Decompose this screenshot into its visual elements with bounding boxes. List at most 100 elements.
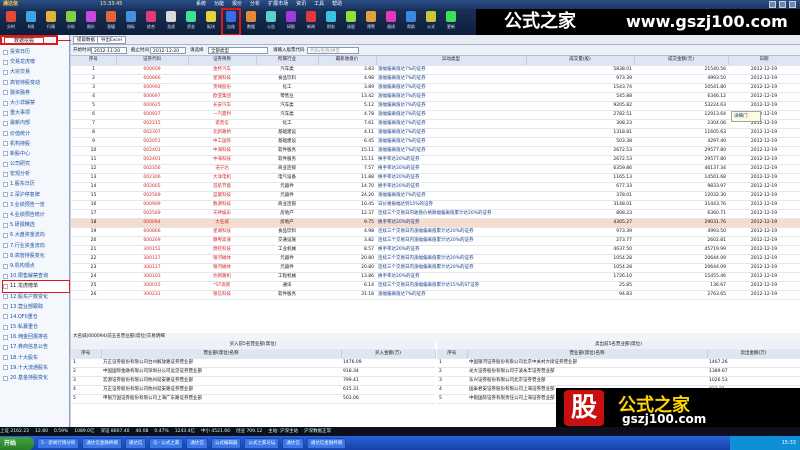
taskbar-item[interactable]: Q - 公式之家 <box>149 437 184 449</box>
table-row[interactable]: 21 300152 燃控科技 工业机械 8.57 换手率达20%的证券 4637.50 457… <box>71 245 800 255</box>
nav-item[interactable]: 1.股东日历 <box>3 179 69 189</box>
column-header[interactable]: 证券简称 <box>188 56 257 66</box>
table-row[interactable]: 17 002569 天神娱乐 房地产 12.37 连续三个交易日内收盘价格跌幅偏离值累计达… <box>71 209 800 219</box>
toolbar-button[interactable]: 板块 <box>202 9 220 35</box>
toolbar-button[interactable]: 公式 <box>422 9 440 35</box>
nav-item[interactable]: 大宗交易 <box>3 67 69 77</box>
table-row[interactable]: 14 002665 首航节能 元器件 14.70 换手率达20%的证券 677.33 9833… <box>71 182 800 192</box>
table-row[interactable]: 11 002401 中海科技 软件服务 15.11 换手率达20%的证券 2672.53 29… <box>71 155 800 165</box>
taskbar-item[interactable]: 公式编辑器 <box>210 437 242 449</box>
nav-item[interactable]: 13.营业部跟踪 <box>3 302 69 312</box>
nav-item[interactable]: 7.行业资金流向 <box>3 241 69 251</box>
toolbar-button[interactable]: 资金 <box>182 9 200 35</box>
table-row[interactable]: 1 600609 金杯汽车 汽车类 3.83 涨幅偏离值达7%的证券 5838.01 2154… <box>71 65 800 75</box>
toolbar-button[interactable]: 报价 <box>82 9 100 35</box>
table-row[interactable]: 13 002306 大洋电机 电气设备 11.88 换手率达20%的证券 1165.13 14… <box>71 173 800 183</box>
nav-item[interactable]: 4.业绩预告统计 <box>3 210 69 220</box>
table-row[interactable]: 9 002051 中工国际 基础建设 6.45 涨幅偏离值达7%的证券 503.38 4297… <box>71 137 800 147</box>
fetch-data-button[interactable]: 提取数据 <box>73 36 99 44</box>
table-row[interactable]: 4 600697 欧亚集团 零售业 13.42 涨幅偏离值达7%的证券 545.88 6346… <box>71 92 800 102</box>
column-header[interactable]: 成交金额(元) <box>634 56 729 66</box>
nav-item[interactable]: 高管持股变动 <box>3 78 69 88</box>
table-row[interactable]: 3 600992 贵绳股份 化工 3.89 涨幅偏离值达7%的证券 1543.74 10541… <box>71 83 800 93</box>
menu-item[interactable]: 报价 <box>232 0 242 9</box>
toolbar-button[interactable]: 帮助 <box>402 9 420 35</box>
toolbar-button[interactable]: 自选 <box>221 8 241 36</box>
taskbar-item[interactable]: 通达信金融终端 <box>82 437 122 449</box>
column-header[interactable]: 所属行业 <box>256 56 319 66</box>
table-row[interactable]: 8 002307 北新路桥 基础建设 4.11 涨幅偏离值达7%的证券 1318.81 116… <box>71 128 800 138</box>
taskbar-item[interactable]: 通达信 <box>282 437 304 449</box>
toolbar-button[interactable]: K线 <box>22 9 40 35</box>
table-row[interactable]: 24 300103 达刚路机 工程机械 13.86 换手率达20%的证券 1726.10 15… <box>71 272 800 282</box>
taskbar-item[interactable]: 通达信金融终端 <box>306 437 347 449</box>
nav-item[interactable]: 交易龙虎榜 <box>3 57 69 67</box>
table-row[interactable]: 7 002215 诺普信 化工 7.61 涨幅偏离值达7%的证券 308.23 2304.06… <box>71 119 800 129</box>
column-header[interactable]: 异动类型 <box>376 56 527 66</box>
table-row[interactable]: 5 000625 长安汽车 汽车类 5.12 涨幅偏离值达7%的证券 9205.82 5322… <box>71 101 800 111</box>
nav-item[interactable]: 宏观分析 <box>3 169 69 179</box>
close-button[interactable] <box>789 1 796 8</box>
nav-item[interactable]: 新股中心 <box>3 149 69 159</box>
taskbar-item[interactable]: 通达信 <box>124 437 147 449</box>
table-row[interactable]: 26 300231 银信科技 软件服务 31.18 涨幅偏离值达7%的证券 94.83 276… <box>71 290 800 300</box>
start-button[interactable]: 开始 <box>0 436 34 450</box>
nav-item[interactable]: 重大事项 <box>3 108 69 118</box>
nav-item[interactable]: 11.龙虎榜单 <box>2 280 70 293</box>
buy-row[interactable]: 2 中国国际金融有限公司深圳分公司远见证券营业部 918.34 <box>71 367 436 377</box>
export-excel-button[interactable]: 导出Excel <box>97 36 126 44</box>
nav-item[interactable]: 18.十大股东 <box>3 353 69 363</box>
code-input[interactable]: 代码/名称/拼音 <box>307 47 359 54</box>
table-row[interactable]: 16 000909 数源科技 商业连锁 10.45 日价格振幅达到15%的证券 3148.0… <box>71 200 800 210</box>
toolbar-button[interactable]: 预警 <box>362 9 380 35</box>
buy-row[interactable]: 3 宏源证券股份有限公司杭州延安路证券营业部 799.41 <box>71 376 436 386</box>
column-header[interactable]: 序号 <box>71 56 117 66</box>
buy-row[interactable]: 4 方正证券股份有限公司杭州延安路证券营业部 615.31 <box>71 385 436 395</box>
nav-item[interactable]: 9.机构观点 <box>3 261 69 271</box>
sell-row[interactable]: 1 中国银河证券股份有限公司北京中关村大街证券营业部 1467.26 <box>437 358 800 368</box>
toolbar-button[interactable]: 新闻 <box>302 9 320 35</box>
table-row[interactable]: 22 300127 银河磁体 元器件 20.80 连续三个交易日内涨幅偏离值累计达20%的… <box>71 254 800 264</box>
nav-item[interactable]: 8.高管持股变化 <box>3 251 69 261</box>
toolbar-button[interactable]: 龙虎 <box>162 9 180 35</box>
nav-item[interactable]: 15.私募重仓 <box>3 322 69 332</box>
taskbar-item[interactable]: 公式之家论坛 <box>244 437 280 449</box>
nav-item[interactable]: 20.基金持股变化 <box>3 373 69 383</box>
menu-item[interactable]: 功能 <box>214 0 224 9</box>
column-header[interactable]: 最新收盘价 <box>318 56 377 66</box>
menu-item[interactable]: 资讯 <box>296 0 306 9</box>
nav-item[interactable]: 机构持股 <box>3 139 69 149</box>
toolbar-button[interactable]: 数据 <box>242 9 260 35</box>
nav-item[interactable]: 16.佣金回报排名 <box>3 332 69 342</box>
toolbar-button[interactable]: 选股 <box>342 9 360 35</box>
nav-item[interactable]: 价值统计 <box>3 129 69 139</box>
menu-item[interactable]: 帮助 <box>332 0 342 9</box>
nav-item[interactable]: 大小非解禁 <box>3 98 69 108</box>
toolbar-button[interactable]: 分析 <box>62 9 80 35</box>
nav-item[interactable]: 3.业绩预告一览 <box>3 200 69 210</box>
sell-row[interactable]: 2 光大证券股份有限公司宁波永丰证券营业部 1389.67 <box>437 367 800 377</box>
menu-item[interactable]: 扩展市场 <box>268 0 288 9</box>
table-row[interactable]: 10 002401 中海科技 软件服务 15.11 涨幅偏离值达7%的证券 2672.53 2… <box>71 146 800 156</box>
table-row[interactable]: 2 600866 星湖科技 食品饮料 4.98 涨幅偏离值达7%的证券 973.39 4993… <box>71 74 800 84</box>
toolbar-button[interactable]: 研报 <box>282 9 300 35</box>
table-row[interactable]: 12 002356 浩宁达 商业连锁 7.57 换手率达20%的证券 6359.86 4613… <box>71 164 800 174</box>
table-row[interactable]: 20 600269 赣粤高速 交通设施 3.82 连续三个交易日内涨幅偏离值累计达20%的… <box>71 236 800 246</box>
minimize-button[interactable] <box>769 1 776 8</box>
taskbar-item[interactable]: 5 - 新闻行情分析 <box>37 437 80 449</box>
toolbar-button[interactable]: 财务 <box>322 9 340 35</box>
toolbar-button[interactable]: 综合 <box>142 9 160 35</box>
buy-row[interactable]: 5 申银万国证券股份有限公司上海广东路证券营业部 503.06 <box>71 394 436 404</box>
nav-item[interactable]: 融资融券 <box>3 88 69 98</box>
menu-item[interactable]: 工具 <box>314 0 324 9</box>
toolbar-button[interactable]: 行情 <box>42 9 60 35</box>
nav-item[interactable]: 6.大盘资金流向 <box>3 230 69 240</box>
toolbar-button[interactable]: 公告 <box>262 9 280 35</box>
nav-item[interactable]: 19.十大流通股东 <box>3 363 69 373</box>
table-row[interactable]: 6 600927 一汽夏利 汽车类 4.78 涨幅偏离值达7%的证券 2782.51 1291… <box>71 110 800 120</box>
nav-item[interactable]: 14.QFII重仓 <box>3 312 69 322</box>
column-header[interactable]: 成交量(股) <box>526 56 635 66</box>
maximize-button[interactable] <box>779 1 786 8</box>
column-header[interactable]: 证券代码 <box>116 56 189 66</box>
buy-row[interactable]: 1 方正证券股份有限公司台州解放路证券营业部 1476.09 <box>71 358 436 368</box>
